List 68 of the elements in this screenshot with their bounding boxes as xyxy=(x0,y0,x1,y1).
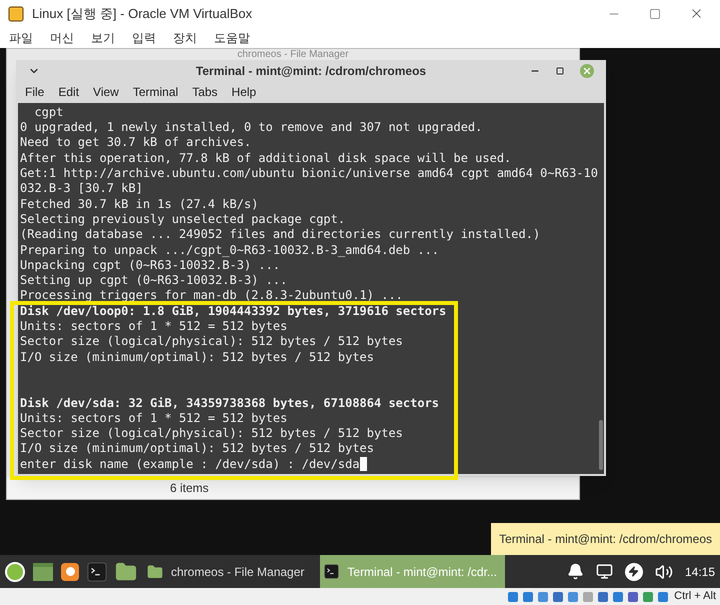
terminal-line: Units: sectors of 1 * 512 = 512 bytes xyxy=(20,410,288,426)
device-status-icon[interactable] xyxy=(612,590,624,602)
menu-item[interactable]: Terminal xyxy=(132,83,178,102)
terminal-line: (Reading database ... 249052 files and directories currently installed.) xyxy=(20,227,542,243)
terminal-line: Disk /dev/loop0: 1.8 GiB, 1904443392 bytes, 3719616 sectors xyxy=(20,304,448,320)
clock: 14:15 xyxy=(684,564,715,580)
device-status-icon[interactable] xyxy=(597,590,610,602)
notification-icon[interactable] xyxy=(566,563,584,580)
device-status-icon[interactable] xyxy=(657,590,670,602)
scrollbar xyxy=(599,420,603,470)
window-title: Linux [실행 중] - Oracle VM VirtualBox xyxy=(32,4,252,23)
terminal-line: Setting up cgpt (0~R63-10032.B-3) ... xyxy=(20,273,288,288)
device-status-icon[interactable] xyxy=(507,590,520,602)
menu-item[interactable]: Help xyxy=(232,83,256,102)
menu-item[interactable]: Tabs xyxy=(192,83,218,102)
menu-item[interactable]: 보기 xyxy=(91,28,115,46)
menu-item[interactable]: File xyxy=(25,83,44,102)
terminal-line: Units: sectors of 1 * 512 = 512 bytes xyxy=(20,319,288,334)
host-key-label: Ctrl + Alt xyxy=(674,589,716,604)
terminal-line: I/O size (minimum/optimal): 512 bytes / 512 bytes xyxy=(20,441,376,457)
menu-item[interactable]: 머신 xyxy=(50,28,74,46)
device-status-icon[interactable] xyxy=(642,590,654,602)
maximize-icon[interactable] xyxy=(649,8,661,20)
text-cursor xyxy=(360,457,367,472)
browser-icon[interactable] xyxy=(61,562,79,580)
terminal-line: Preparing to unpack .../cgpt_0~R63-10032.B-3_amd64.deb ... xyxy=(20,242,440,258)
menu-item[interactable]: Edit xyxy=(58,83,80,102)
app-logo-icon xyxy=(8,6,24,22)
terminal-icon xyxy=(87,562,107,582)
terminal-line: cgpt xyxy=(33,104,64,120)
terminal-line: Fetched 30.7 kB in 1s (27.4 kB/s) xyxy=(20,196,260,212)
tooltip-text: Terminal - mint@mint: /cdrom/chromeos xyxy=(499,531,712,548)
terminal-title: Terminal - mint@mint: /cdrom/chromeos xyxy=(196,62,426,80)
terminal-line: Sector size (logical/physical): 512 bytes / 512 bytes xyxy=(20,334,404,350)
menu-logo-icon[interactable] xyxy=(5,562,25,582)
device-status-icon[interactable] xyxy=(552,590,564,602)
device-status-icon[interactable] xyxy=(522,590,534,602)
status-text: 6 items xyxy=(170,480,209,497)
terminal-line: Processing triggers for man-db (2.8.3-2ubuntu0.1) ... xyxy=(20,288,404,304)
terminal-line: Selecting previously unselected package cgpt. xyxy=(20,212,346,228)
menu-item[interactable]: 파일 xyxy=(9,28,33,46)
terminal-icon xyxy=(324,564,340,579)
menu-item[interactable]: View xyxy=(93,83,119,102)
maximize-icon[interactable] xyxy=(556,66,564,75)
terminal-line: enter disk name (example : /dev/sda) : /dev/sda xyxy=(20,456,360,472)
terminal-line: I/O size (minimum/optimal): 512 bytes / 512 bytes xyxy=(20,350,376,365)
menu-item[interactable]: 입력 xyxy=(132,28,156,46)
terminal-line: 0 upgraded, 1 newly installed, 0 to remove and 307 not upgraded. xyxy=(20,120,484,136)
menu-item[interactable]: 장치 xyxy=(173,28,197,46)
file-manager-title: chromeos - File Manager xyxy=(237,49,349,60)
terminal-line: 032.B-3 [30.7 kB] xyxy=(20,181,144,197)
power-icon[interactable] xyxy=(624,562,643,580)
device-status-icon[interactable] xyxy=(627,590,640,602)
folder-icon xyxy=(147,564,163,580)
taskbar-button[interactable]: chromeos - File Manager xyxy=(143,555,320,588)
terminal-line: Unpacking cgpt (0~R63-10032.B-3) ... xyxy=(20,258,282,274)
menu-item[interactable]: 도움말 xyxy=(214,28,250,46)
network-icon[interactable] xyxy=(596,563,613,580)
device-status-icon[interactable] xyxy=(567,590,580,602)
terminal-line: Disk /dev/sda: 32 GiB, 34359738368 bytes, 67108864 sectors xyxy=(20,396,440,411)
terminal-line: Need to get 30.7 kB of archives. xyxy=(20,135,252,151)
volume-icon[interactable] xyxy=(654,562,673,580)
device-status-icon[interactable] xyxy=(537,590,550,602)
folder-icon[interactable] xyxy=(115,560,137,582)
terminal-line: Get:1 http://archive.ubuntu.com/ubuntu bionic/universe amd64 cgpt amd64 0~R63-10 xyxy=(20,166,599,182)
desktop-icon[interactable] xyxy=(33,562,53,580)
terminal-line: Sector size (logical/physical): 512 bytes / 512 bytes xyxy=(20,426,404,442)
terminal-line: After this operation, 77.8 kB of additional disk space will be used. xyxy=(20,150,512,166)
